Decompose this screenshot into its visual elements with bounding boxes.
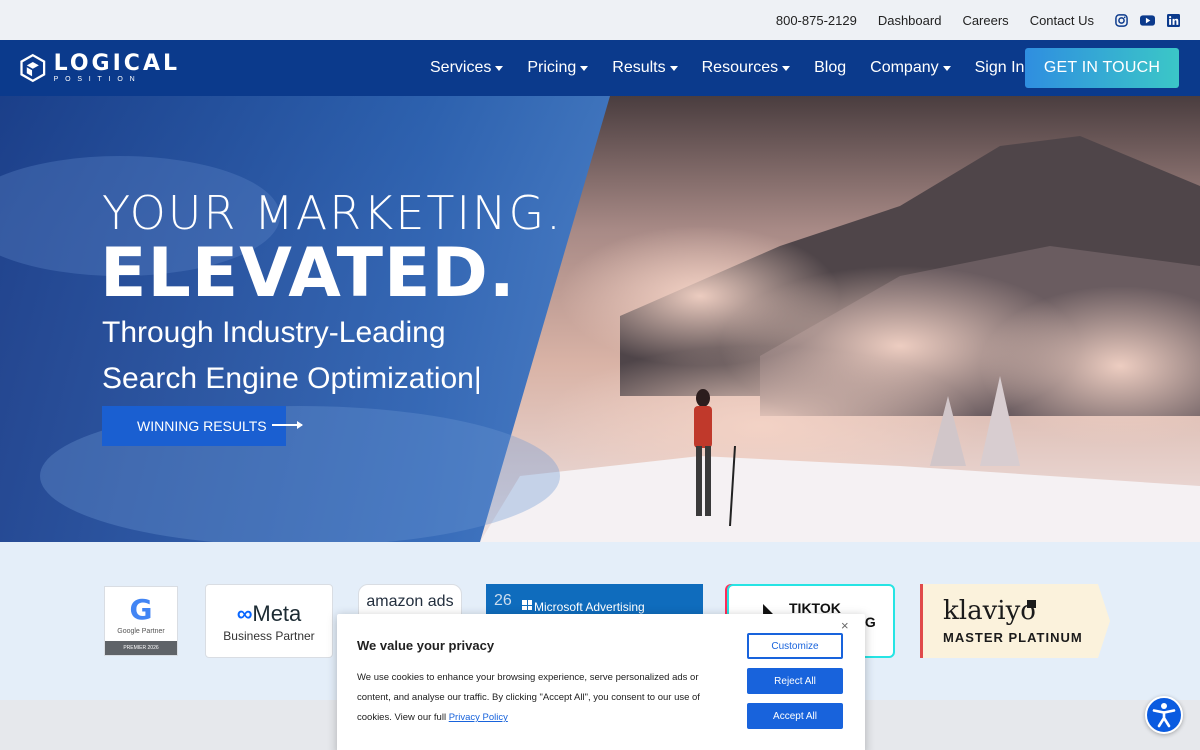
cookie-title: We value your privacy	[357, 638, 495, 653]
google-partner-label: Google Partner	[117, 628, 165, 635]
top-utility-bar: 800-875-2129 Dashboard Careers Contact U…	[0, 0, 1200, 40]
nav-item-label: Resources	[701, 59, 779, 76]
google-logo: G	[129, 593, 153, 626]
windows-logo-icon	[522, 600, 532, 610]
logo-cube-icon	[20, 53, 46, 83]
klaviyo-badge: klaviyo MASTER PLATINUM	[920, 584, 1110, 658]
cookie-body-text: We use cookies to enhance your browsing …	[357, 672, 700, 723]
nav-item-sign-in[interactable]: Sign In	[975, 59, 1025, 77]
nav-item-label: Services	[430, 59, 492, 76]
chevron-down-icon	[669, 65, 678, 71]
hero-headline-line2: ELEVATED.	[100, 234, 516, 313]
utility-links: 800-875-2129 Dashboard Careers Contact U…	[776, 0, 1180, 40]
nav-item-resources[interactable]: Resources	[701, 59, 791, 77]
microsoft-year: 26	[494, 592, 512, 609]
customize-button[interactable]: Customize	[747, 633, 843, 659]
ribbon-notch	[1098, 584, 1110, 658]
main-navigation: LOGICAL POSITION Services Pricing Result…	[0, 40, 1200, 96]
youtube-icon[interactable]	[1140, 14, 1155, 27]
nav-item-pricing[interactable]: Pricing	[527, 59, 589, 77]
meta-logo: ∞Meta	[206, 601, 332, 627]
klaviyo-tier: MASTER PLATINUM	[943, 630, 1083, 645]
chevron-down-icon	[580, 65, 589, 71]
logo-name: LOGICAL	[53, 50, 180, 76]
meta-infinity-icon: ∞	[236, 601, 253, 626]
nav-item-blog[interactable]: Blog	[814, 59, 846, 77]
dashboard-link[interactable]: Dashboard	[878, 13, 942, 28]
hero-section: YOUR MARKETING. ELEVATED. Through Indust…	[0, 96, 1200, 542]
hero-subheadline-line2: Search Engine Optimization|	[102, 362, 482, 395]
linkedin-icon[interactable]	[1167, 13, 1180, 27]
hero-subheadline-line1: Through Industry-Leading	[102, 316, 446, 349]
nav-item-company[interactable]: Company	[870, 59, 951, 77]
logo[interactable]: LOGICAL POSITION	[20, 49, 180, 87]
nav-item-services[interactable]: Services	[430, 59, 504, 77]
amazon-ads-logo: amazon ads	[366, 593, 454, 610]
logo-subname: POSITION	[53, 75, 142, 83]
logo-wordmark: LOGICAL POSITION	[53, 50, 180, 84]
klaviyo-flag-icon	[1027, 600, 1036, 608]
instagram-icon[interactable]	[1115, 13, 1128, 27]
chevron-down-icon	[782, 65, 791, 71]
klaviyo-logo: klaviyo	[943, 596, 1036, 626]
hero-headline-line1: YOUR MARKETING.	[102, 186, 563, 240]
google-partner-badge: G Google Partner PREMIER 2026	[104, 586, 178, 656]
cookie-body: We use cookies to enhance your browsing …	[357, 668, 732, 728]
nav-menu: Services Pricing Results Resources Blog …	[430, 40, 1024, 96]
accept-all-button[interactable]: Accept All	[747, 703, 843, 729]
nav-item-label: Pricing	[527, 59, 577, 76]
social-icons	[1115, 13, 1180, 27]
accessibility-icon	[1152, 703, 1176, 728]
meta-partner-badge: ∞Meta Business Partner	[205, 584, 333, 658]
get-in-touch-button[interactable]: GET IN TOUCH	[1025, 48, 1179, 88]
cookie-consent-banner: We value your privacy × We use cookies t…	[337, 614, 865, 750]
microsoft-advertising-label: Microsoft Advertising	[534, 600, 645, 614]
winning-results-button[interactable]: WINNING RESULTS	[102, 406, 286, 446]
nav-item-label: Company	[870, 59, 939, 76]
careers-link[interactable]: Careers	[962, 13, 1008, 28]
privacy-policy-link[interactable]: Privacy Policy	[449, 712, 508, 723]
nav-item-label: Blog	[814, 59, 847, 76]
close-icon[interactable]: ×	[841, 618, 849, 633]
nav-item-label: Sign In	[974, 59, 1025, 76]
nav-item-label: Results	[612, 59, 666, 76]
meta-name: Meta	[252, 601, 302, 626]
phone-link[interactable]: 800-875-2129	[776, 13, 857, 28]
accessibility-button[interactable]	[1145, 696, 1183, 734]
meta-partner-label: Business Partner	[223, 629, 315, 643]
nav-item-results[interactable]: Results	[612, 59, 678, 77]
reject-all-button[interactable]: Reject All	[747, 668, 843, 694]
chevron-down-icon	[942, 65, 951, 71]
arrow-right-icon	[272, 421, 303, 429]
google-partner-tier: PREMIER 2026	[105, 641, 177, 655]
chevron-down-icon	[495, 65, 504, 71]
contact-us-link[interactable]: Contact Us	[1030, 13, 1094, 28]
